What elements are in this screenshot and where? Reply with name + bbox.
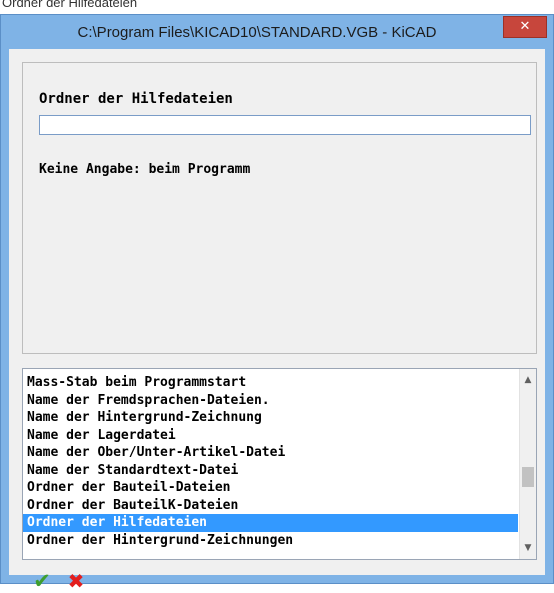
ok-button[interactable]: ✔ xyxy=(29,569,55,593)
cross-icon: ✖ xyxy=(67,569,85,593)
window-title: C:\Program Files\KICAD10\STANDARD.VGB - … xyxy=(77,24,437,41)
settings-list-items: Mass-Stab beim Programmstart Name der Fre… xyxy=(23,374,518,549)
list-item[interactable]: Name der Lagerdatei xyxy=(23,427,518,445)
list-item[interactable]: Ordner der Hilfedateien xyxy=(23,514,518,532)
scroll-down-icon[interactable]: ▼ xyxy=(520,541,536,555)
list-item[interactable]: Name der Standardtext-Datei xyxy=(23,462,518,480)
dialog-body: Ordner der Hilfedateien Keine Angabe: be… xyxy=(9,49,545,593)
close-icon: ✕ xyxy=(519,19,531,34)
setting-label: Ordner der Hilfedateien xyxy=(39,91,233,107)
list-item[interactable]: Name der Ober/Unter-Artikel-Datei xyxy=(23,444,518,462)
list-scrollbar[interactable]: ▲ ▼ xyxy=(519,369,536,559)
list-item[interactable]: Ordner der Bauteil-Dateien xyxy=(23,479,518,497)
title-bar[interactable]: C:\Program Files\KICAD10\STANDARD.VGB - … xyxy=(1,15,553,49)
cancel-button[interactable]: ✖ xyxy=(63,569,89,593)
list-item[interactable]: Ordner der Hintergrund-Zeichnungen xyxy=(23,532,518,550)
close-button[interactable]: ✕ xyxy=(503,16,547,38)
setting-value-input[interactable] xyxy=(39,115,531,135)
list-item[interactable]: Ordner der BauteilK-Dateien xyxy=(23,497,518,515)
setting-editor-panel: Ordner der Hilfedateien Keine Angabe: be… xyxy=(22,62,537,354)
list-item[interactable]: Mass-Stab beim Programmstart xyxy=(23,374,518,392)
background-window-text: Ordner der Hilfedateien xyxy=(2,0,138,10)
background-window-strip: Ordner der Hilfedateien xyxy=(0,0,554,14)
list-item[interactable]: Name der Hintergrund-Zeichnung xyxy=(23,409,518,427)
checkmark-icon: ✔ xyxy=(33,569,51,593)
list-item[interactable]: Name der Fremdsprachen-Dateien. xyxy=(23,392,518,410)
settings-dialog: C:\Program Files\KICAD10\STANDARD.VGB - … xyxy=(0,14,554,593)
scroll-thumb[interactable] xyxy=(522,467,534,487)
settings-list[interactable]: Mass-Stab beim Programmstart Name der Fre… xyxy=(22,368,537,560)
scroll-up-icon[interactable]: ▲ xyxy=(520,373,536,387)
setting-hint: Keine Angabe: beim Programm xyxy=(39,162,251,177)
